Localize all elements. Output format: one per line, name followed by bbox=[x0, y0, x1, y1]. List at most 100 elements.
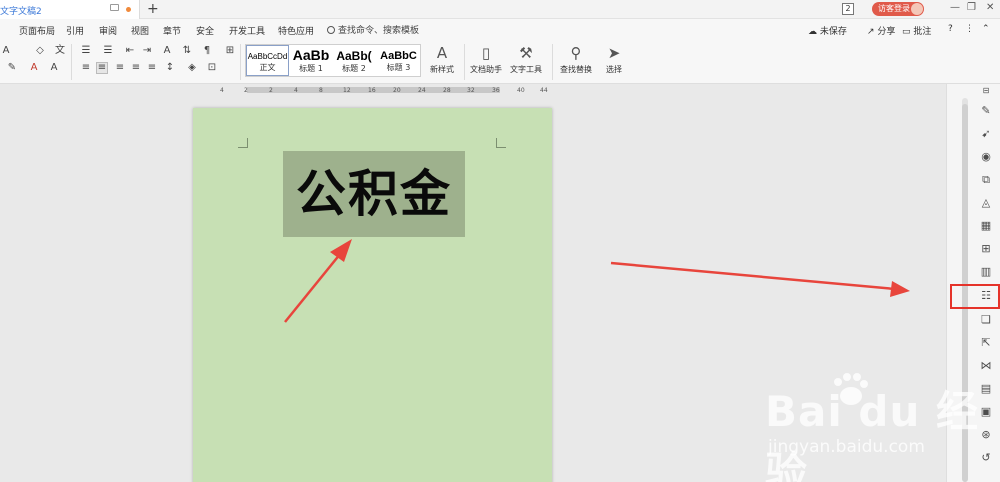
paint-bucket-icon[interactable]: ◬ bbox=[979, 196, 993, 210]
cursor-icon: ➤ bbox=[607, 44, 621, 62]
ruler-tick: 20 bbox=[393, 87, 401, 94]
menu-page-layout[interactable]: 页面布局 bbox=[19, 24, 55, 37]
chinese-layout-icon[interactable]: A bbox=[161, 46, 173, 56]
ruler-tick: 2 bbox=[269, 87, 273, 94]
new-style-button[interactable]: A 新样式 bbox=[424, 44, 460, 75]
shapes-icon[interactable]: ⧉ bbox=[979, 173, 993, 187]
document-page[interactable]: 公积金 bbox=[193, 108, 552, 482]
menu-references[interactable]: 引用 bbox=[66, 24, 84, 37]
style-heading-1-name: 标题 1 bbox=[299, 64, 323, 73]
visitor-login-label: 访客登录 bbox=[878, 4, 910, 13]
style-normal-name: 正文 bbox=[259, 63, 276, 72]
panel-toggle-icon[interactable]: ⊟ bbox=[979, 84, 993, 98]
comment-label: 批注 bbox=[913, 27, 932, 37]
line-spacing-icon[interactable]: ↕ bbox=[164, 63, 176, 73]
crop-mark bbox=[496, 138, 506, 148]
style-normal[interactable]: AaBbCcDd 正文 bbox=[246, 45, 289, 76]
menu-section[interactable]: 章节 bbox=[163, 24, 181, 37]
eraser-icon[interactable]: ◇ bbox=[34, 46, 46, 56]
font-size-icon[interactable]: A bbox=[0, 46, 12, 56]
share-label: 分享 bbox=[877, 27, 896, 37]
find-replace-label: 查找替换 bbox=[560, 65, 592, 74]
style-heading-2[interactable]: AaBb( 标题 2 bbox=[333, 45, 375, 76]
tab-bar: 文字文稿2 + 2 访客登录 — ❐ ✕ bbox=[0, 0, 1000, 19]
pen-icon[interactable]: ✎ bbox=[979, 104, 993, 118]
ruler-tick: 24 bbox=[418, 87, 426, 94]
justify-icon[interactable]: ≡ bbox=[130, 63, 142, 73]
horizontal-ruler[interactable]: 4 2 2 4 8 12 16 20 24 28 32 36 40 44 bbox=[195, 85, 550, 95]
show-marks-icon[interactable]: ¶ bbox=[201, 46, 213, 56]
watermark-logo: Bai du 经验 bbox=[765, 387, 979, 482]
char-shading-icon[interactable]: A bbox=[48, 63, 60, 73]
menu-security[interactable]: 安全 bbox=[196, 24, 214, 37]
minimize-icon[interactable]: — bbox=[950, 2, 960, 13]
ruler-tick: 40 bbox=[517, 87, 525, 94]
close-icon[interactable]: ✕ bbox=[986, 2, 994, 13]
share-button[interactable]: ↗ 分享 bbox=[867, 24, 895, 37]
visitor-login-button[interactable]: 访客登录 bbox=[872, 2, 924, 16]
increase-indent-icon[interactable]: ⇥ bbox=[141, 46, 153, 56]
menu-view[interactable]: 视图 bbox=[131, 24, 149, 37]
shading-icon[interactable]: ◈ bbox=[186, 63, 198, 73]
unsaved-button[interactable]: ☁ 未保存 bbox=[808, 24, 847, 37]
title-highlight[interactable]: 公积金 bbox=[283, 151, 465, 237]
document-title: 公积金 bbox=[296, 165, 452, 223]
styles-gallery: AaBbCcDd 正文 AaBb 标题 1 AaBb( 标题 2 AaBbC 标… bbox=[245, 44, 421, 77]
comment-icon: ▭ bbox=[902, 27, 914, 37]
watermark-url: jingyan.baidu.com bbox=[768, 437, 925, 457]
crop-mark bbox=[238, 138, 248, 148]
sort-icon[interactable]: ⇅ bbox=[181, 46, 193, 56]
style-heading-3-preview: AaBbC bbox=[380, 50, 417, 62]
find-replace-button[interactable]: ⚲ 查找替换 bbox=[556, 44, 596, 75]
restore-icon[interactable]: ❐ bbox=[967, 2, 976, 13]
wrench-icon: ⚒ bbox=[519, 44, 533, 62]
command-search[interactable]: 查找命令、搜索模板 bbox=[327, 23, 419, 36]
ruler-tick: 32 bbox=[467, 87, 475, 94]
export-icon[interactable]: ⇱ bbox=[979, 336, 993, 350]
phonetic-icon[interactable]: 文 bbox=[54, 46, 66, 56]
copy-file-icon[interactable]: ❏ bbox=[979, 313, 993, 327]
menu-review[interactable]: 审阅 bbox=[99, 24, 117, 37]
select-button[interactable]: ➤ 选择 bbox=[600, 44, 628, 75]
doc-assistant-button[interactable]: ▯ 文档助手 bbox=[468, 44, 504, 75]
border-icon[interactable]: ⊡ bbox=[206, 63, 218, 73]
chart-icon[interactable]: ▥ bbox=[979, 265, 993, 279]
grid-icon[interactable]: ⊞ bbox=[224, 46, 236, 56]
monitor-icon[interactable] bbox=[110, 4, 119, 11]
style-heading-3[interactable]: AaBbC 标题 3 bbox=[376, 45, 421, 76]
ribbon-divider bbox=[552, 44, 553, 80]
share-nodes-icon[interactable]: ⋈ bbox=[979, 359, 993, 373]
tab-count-badge[interactable]: 2 bbox=[842, 3, 854, 15]
bullet-list-icon[interactable]: ☰ bbox=[80, 46, 92, 56]
highlight-icon[interactable]: ✎ bbox=[6, 63, 18, 73]
menu-developer-tools[interactable]: 开发工具 bbox=[229, 24, 265, 37]
ruler-tick: 36 bbox=[492, 87, 500, 94]
ruler-tick: 44 bbox=[540, 87, 548, 94]
new-tab-button[interactable]: + bbox=[147, 0, 159, 18]
document-tab[interactable]: 文字文稿2 bbox=[0, 0, 140, 19]
more-icon[interactable]: ⋮ bbox=[965, 24, 974, 34]
style-normal-preview: AaBbCcDd bbox=[247, 52, 288, 61]
location-icon[interactable]: ◉ bbox=[979, 150, 993, 164]
style-heading-1[interactable]: AaBb 标题 1 bbox=[290, 45, 332, 76]
decrease-indent-icon[interactable]: ⇤ bbox=[124, 46, 136, 56]
cursor-icon[interactable]: ➹ bbox=[979, 127, 993, 141]
apps-icon[interactable]: ⊞ bbox=[979, 242, 993, 256]
ribbon-divider bbox=[464, 44, 465, 80]
font-color-icon[interactable]: A bbox=[28, 63, 40, 73]
share-icon: ↗ bbox=[867, 27, 878, 37]
align-right-icon[interactable]: ≡ bbox=[114, 63, 126, 73]
align-center-icon[interactable]: ≡ bbox=[96, 62, 108, 74]
align-left-icon[interactable]: ≡ bbox=[80, 63, 92, 73]
text-tools-button[interactable]: ⚒ 文字工具 bbox=[506, 44, 546, 75]
magnifier-icon: ⚲ bbox=[570, 44, 582, 62]
numbered-list-icon[interactable]: ☰ bbox=[102, 46, 114, 56]
table-icon[interactable]: ▦ bbox=[979, 219, 993, 233]
ribbon: A ◇ 文 ✎ A A ☰ ☰ ⇤ ⇥ A ⇅ ¶ ⊞ ≡ ≡ ≡ ≡ ≡ ↕ … bbox=[0, 41, 1000, 84]
collapse-ribbon-icon[interactable]: ⌃ bbox=[982, 24, 990, 34]
comment-button[interactable]: ▭ 批注 bbox=[902, 24, 931, 37]
distributed-icon[interactable]: ≡ bbox=[146, 63, 158, 73]
menu-special-apps[interactable]: 特色应用 bbox=[278, 24, 314, 37]
ruler-tick: 8 bbox=[319, 87, 323, 94]
help-button[interactable]: ? bbox=[948, 24, 953, 34]
